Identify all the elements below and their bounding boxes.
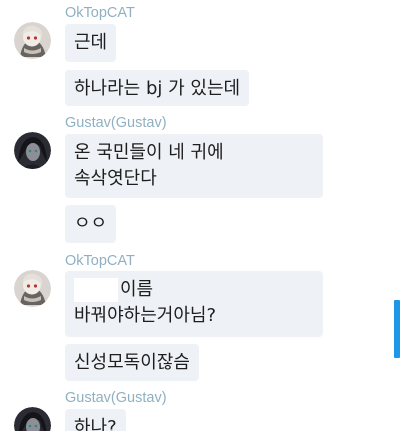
message-bubble: 하나라는 bj 가 있는데 — [65, 70, 250, 106]
user-avatar[interactable] — [14, 22, 51, 59]
user-avatar[interactable] — [14, 270, 51, 307]
message-text: 하나? — [74, 417, 117, 431]
dark-avatar-icon — [14, 407, 51, 431]
redacted-block — [74, 278, 118, 302]
message-text: 하나라는 bj 가 있는데 — [74, 78, 241, 99]
message-bubble: 신성모독이잖슴 — [65, 344, 199, 381]
message-bubble: 온 국민들이 네 귀에 속삭엿단다 — [65, 134, 323, 198]
message-text: 속삭엿단다 — [74, 168, 157, 189]
message-text: 바꿔야하는거아님? — [74, 305, 217, 326]
dark-avatar-icon — [14, 132, 51, 169]
message-text: 신성모독이잖슴 — [74, 352, 190, 373]
message-text: 근데 — [74, 32, 108, 53]
message-text-line: 이름 — [74, 277, 314, 303]
sender-name[interactable]: Gustav(Gustav) — [65, 114, 167, 132]
message-text: 온 국민들이 네 귀에 — [74, 142, 224, 163]
chat-panel: OkTopCAT 근데 하나라는 bj 가 있는데 Gustav(Gustav)… — [0, 0, 400, 431]
sender-name[interactable]: OkTopCAT — [65, 4, 135, 22]
user-avatar[interactable] — [14, 132, 51, 169]
cat-avatar-icon — [14, 22, 51, 59]
cat-avatar-icon — [14, 270, 51, 307]
message-bubble: 하나? — [65, 409, 126, 431]
message-bubble: ㅇㅇ — [65, 205, 117, 243]
sender-name[interactable]: OkTopCAT — [65, 252, 135, 270]
message-text: ㅇㅇ — [74, 213, 108, 234]
sender-name[interactable]: Gustav(Gustav) — [65, 389, 167, 407]
message-text: 이름 — [120, 279, 154, 300]
scrollbar-thumb[interactable] — [394, 300, 400, 358]
user-avatar[interactable] — [14, 407, 51, 431]
message-bubble: 근데 — [65, 24, 117, 62]
message-bubble: 이름 바꿔야하는거아님? — [65, 271, 323, 337]
